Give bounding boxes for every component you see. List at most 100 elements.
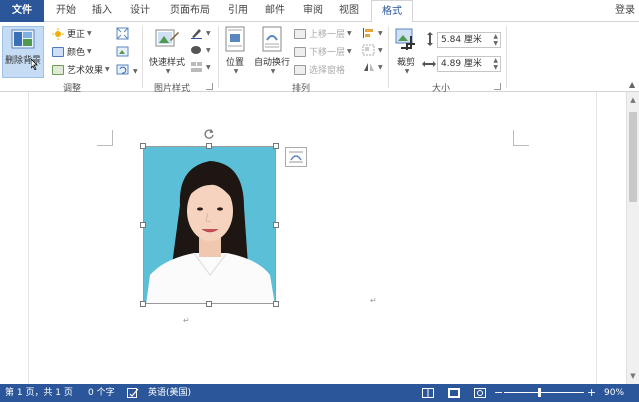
group-separator bbox=[142, 26, 143, 88]
proofing-icon[interactable] bbox=[127, 388, 139, 399]
selection-pane-button[interactable]: 选择窗格 bbox=[294, 63, 345, 76]
wrap-text-icon bbox=[262, 26, 282, 52]
chevron-down-icon[interactable]: ▼ bbox=[378, 47, 383, 54]
correct-button[interactable]: 更正 ▼ bbox=[52, 27, 92, 40]
chevron-down-icon: ▼ bbox=[165, 68, 171, 75]
resize-handle-right[interactable] bbox=[273, 222, 279, 228]
tab-5[interactable]: 引用 bbox=[222, 0, 254, 22]
web-layout-icon[interactable] bbox=[474, 388, 486, 398]
margin-corner-mark bbox=[97, 130, 113, 146]
wrap-text-label: 自动换行 bbox=[253, 58, 290, 68]
shape-width-icon bbox=[422, 61, 436, 67]
ribbon: 删除背景 更正 ▼ 颜色 ▼ 艺术效果 ▼ ▼ 调整 快速样式 ▼ ▼ ▼ ▼ … bbox=[0, 22, 639, 94]
crop-icon bbox=[395, 28, 415, 50]
language-indicator[interactable]: 英语(美国) bbox=[148, 384, 191, 402]
shape-height-value: 5.84 厘米 bbox=[441, 35, 482, 45]
tab-8[interactable]: 视图 bbox=[333, 0, 365, 22]
picture-styles-dialog-launcher[interactable] bbox=[206, 83, 213, 90]
tab-2[interactable]: 插入 bbox=[86, 0, 118, 22]
picture-layout-icon[interactable] bbox=[190, 61, 203, 73]
quick-styles-icon bbox=[155, 29, 179, 47]
vertical-scrollbar[interactable]: ▲ ▼ bbox=[626, 92, 639, 384]
chevron-down-icon: ▼ bbox=[270, 68, 276, 75]
spinner-arrows-icon[interactable]: ▲ ▼ bbox=[493, 33, 498, 47]
remove-background-button[interactable]: 删除背景 bbox=[2, 26, 44, 78]
selection-pane-label: 选择窗格 bbox=[309, 66, 346, 76]
reset-picture-icon[interactable] bbox=[116, 63, 129, 76]
compress-pictures-icon[interactable] bbox=[116, 27, 129, 40]
tab-6[interactable]: 邮件 bbox=[259, 0, 291, 22]
resize-handle-bottom-left[interactable] bbox=[140, 301, 146, 307]
picture-border-icon[interactable] bbox=[190, 27, 203, 39]
print-layout-icon[interactable] bbox=[448, 388, 460, 398]
resize-handle-top-left[interactable] bbox=[140, 143, 146, 149]
rotate-icon[interactable] bbox=[362, 61, 375, 73]
zoom-slider-thumb[interactable] bbox=[538, 388, 541, 397]
chevron-down-icon[interactable]: ▼ bbox=[206, 47, 211, 54]
shape-height-input[interactable]: 5.84 厘米 ▲ ▼ bbox=[437, 32, 501, 48]
rotate-handle-icon[interactable] bbox=[203, 128, 215, 140]
align-icon[interactable] bbox=[362, 27, 375, 39]
document-page[interactable] bbox=[28, 92, 597, 384]
tab-3[interactable]: 设计 bbox=[124, 0, 156, 22]
tab-7[interactable]: 审阅 bbox=[297, 0, 329, 22]
position-button[interactable]: 位置 ▼ bbox=[222, 26, 248, 75]
tab-9[interactable]: 格式 bbox=[371, 0, 413, 23]
resize-handle-top-right[interactable] bbox=[273, 143, 279, 149]
paragraph-mark-icon: ↵ bbox=[370, 296, 377, 305]
bring-forward-button[interactable]: 上移一层 ▼ bbox=[294, 27, 352, 40]
layout-options-button[interactable] bbox=[285, 147, 307, 167]
word-window: 文件 开始 插入 设计 页面布局 引用 邮件 审阅 视图 格式 登录 删除背景 更正 ▼ bbox=[0, 0, 639, 402]
chevron-down-icon[interactable]: ▼ bbox=[206, 30, 211, 37]
group-objects-icon[interactable] bbox=[362, 44, 375, 56]
shape-width-input[interactable]: 4.89 厘米 ▲ ▼ bbox=[437, 56, 501, 72]
read-mode-icon[interactable] bbox=[422, 388, 434, 398]
word-count[interactable]: 0 个字 bbox=[88, 384, 115, 402]
chevron-down-icon: ▼ bbox=[404, 68, 410, 75]
chevron-down-icon[interactable]: ▼ bbox=[378, 30, 383, 37]
status-bar: 第 1 页，共 1 页 0 个字 英语(美国) − + 90% bbox=[0, 384, 639, 402]
resize-handle-bottom[interactable] bbox=[206, 301, 212, 307]
zoom-level[interactable]: 90% bbox=[604, 384, 624, 402]
paragraph-mark-icon: ↵ bbox=[183, 316, 190, 325]
wrap-text-button[interactable]: 自动换行 ▼ bbox=[250, 26, 294, 75]
send-backward-button[interactable]: 下移一层 ▼ bbox=[294, 45, 352, 58]
resize-handle-left[interactable] bbox=[140, 222, 146, 228]
picture-effects-icon[interactable] bbox=[190, 44, 203, 56]
zoom-out-button[interactable]: − bbox=[494, 384, 503, 402]
scroll-down-icon[interactable]: ▼ bbox=[627, 370, 639, 382]
chevron-down-icon: ▼ bbox=[105, 66, 110, 73]
page-count[interactable]: 第 1 页，共 1 页 bbox=[5, 384, 73, 402]
portrait-image bbox=[144, 147, 275, 303]
mouse-cursor-icon bbox=[31, 59, 38, 70]
spinner-arrows-icon[interactable]: ▲ ▼ bbox=[493, 57, 498, 71]
collapse-ribbon-icon[interactable]: ▲ bbox=[629, 80, 635, 89]
chevron-down-icon[interactable]: ▼ bbox=[133, 68, 138, 75]
resize-handle-bottom-right[interactable] bbox=[273, 301, 279, 307]
scroll-up-icon[interactable]: ▲ bbox=[627, 94, 639, 106]
chevron-down-icon[interactable]: ▼ bbox=[206, 64, 211, 71]
chevron-down-icon: ▼ bbox=[87, 30, 92, 37]
send-backward-label: 下移一层 bbox=[309, 48, 346, 58]
chevron-down-icon: ▼ bbox=[347, 30, 352, 37]
tab-1[interactable]: 开始 bbox=[50, 0, 82, 22]
art-effects-button[interactable]: 艺术效果 ▼ bbox=[52, 63, 110, 76]
tab-0[interactable]: 文件 bbox=[0, 0, 44, 22]
crop-button[interactable]: 裁剪 ▼ bbox=[392, 26, 420, 75]
resize-handle-top[interactable] bbox=[206, 143, 212, 149]
zoom-in-button[interactable]: + bbox=[587, 384, 596, 402]
tab-4[interactable]: 页面布局 bbox=[164, 0, 216, 22]
position-icon bbox=[225, 26, 245, 52]
ribbon-tab-bar: 文件 开始 插入 设计 页面布局 引用 邮件 审阅 视图 格式 bbox=[0, 0, 639, 23]
change-picture-icon[interactable] bbox=[116, 45, 129, 58]
login-link[interactable]: 登录 bbox=[615, 0, 635, 22]
selected-picture[interactable] bbox=[140, 143, 279, 307]
quick-styles-button[interactable]: 快速样式 ▼ bbox=[146, 26, 188, 75]
zoom-slider-track[interactable] bbox=[504, 392, 584, 393]
size-dialog-launcher[interactable] bbox=[494, 83, 501, 90]
quick-styles-label: 快速样式 bbox=[148, 58, 185, 68]
color-button[interactable]: 颜色 ▼ bbox=[52, 45, 92, 58]
chevron-down-icon: ▼ bbox=[233, 68, 239, 75]
chevron-down-icon[interactable]: ▼ bbox=[378, 64, 383, 71]
scroll-thumb[interactable] bbox=[629, 112, 637, 202]
